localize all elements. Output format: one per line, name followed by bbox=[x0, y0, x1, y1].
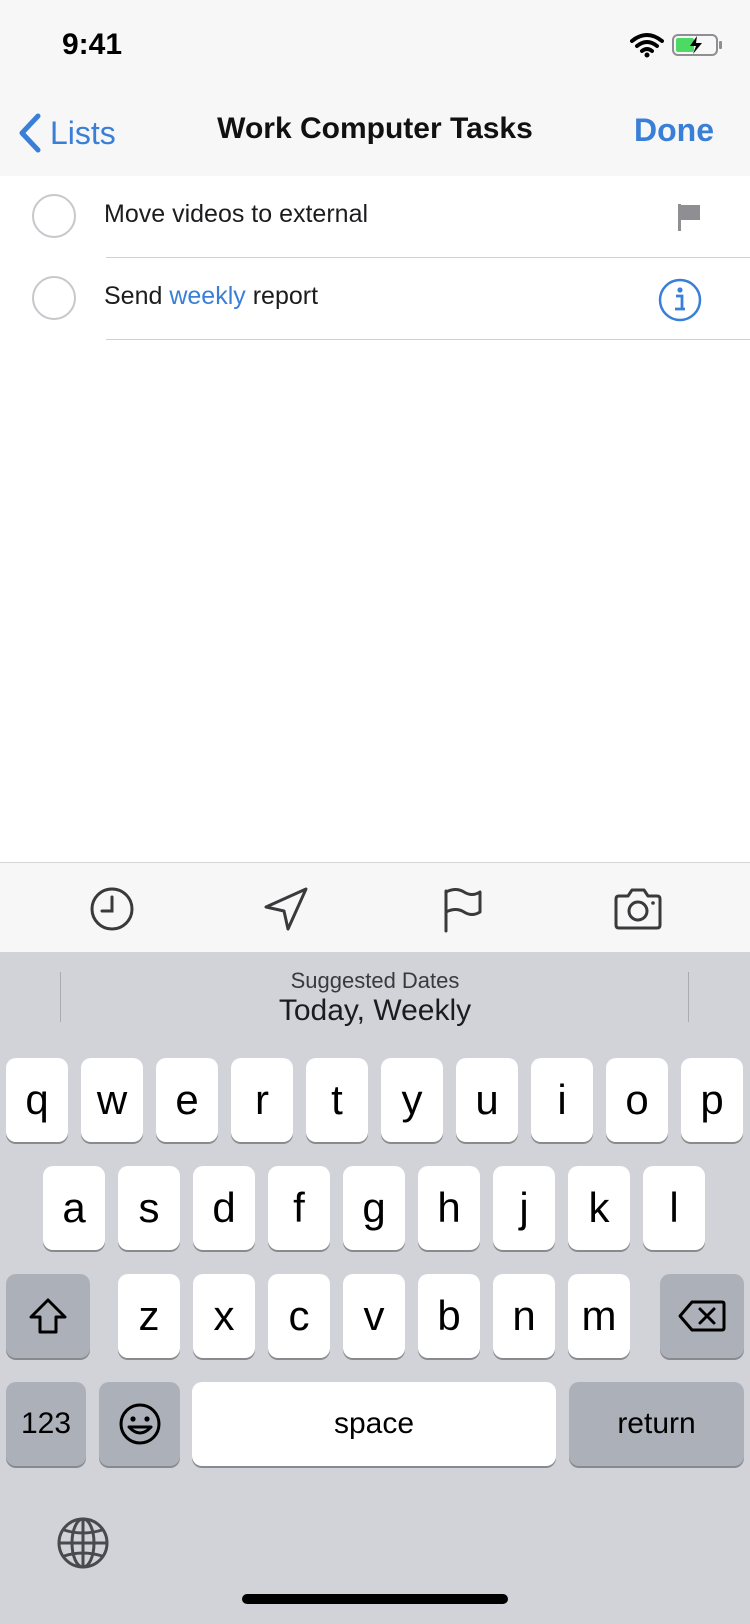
shift-key[interactable] bbox=[6, 1274, 90, 1358]
globe-icon[interactable] bbox=[56, 1516, 110, 1570]
suggestion-value[interactable]: Today, Weekly bbox=[0, 994, 750, 1028]
return-key[interactable]: return bbox=[569, 1382, 744, 1466]
camera-icon[interactable] bbox=[612, 885, 664, 933]
done-button[interactable]: Done bbox=[634, 112, 714, 149]
task-row[interactable]: Move videos to external bbox=[0, 176, 750, 258]
clock-icon[interactable] bbox=[88, 885, 136, 933]
key-n[interactable]: n bbox=[493, 1274, 555, 1358]
task-title[interactable]: Move videos to external bbox=[104, 200, 368, 229]
key-j[interactable]: j bbox=[493, 1166, 555, 1250]
row-separator bbox=[106, 339, 750, 340]
emoji-icon bbox=[119, 1403, 160, 1445]
key-i[interactable]: i bbox=[531, 1058, 593, 1142]
key-e[interactable]: e bbox=[156, 1058, 218, 1142]
key-z[interactable]: z bbox=[118, 1274, 180, 1358]
key-b[interactable]: b bbox=[418, 1274, 480, 1358]
backspace-icon bbox=[678, 1300, 726, 1332]
location-arrow-icon[interactable] bbox=[262, 885, 310, 933]
top-bar: 9:41 Lists Work Computer Tasks Done bbox=[0, 0, 750, 176]
key-y[interactable]: y bbox=[381, 1058, 443, 1142]
info-icon[interactable] bbox=[658, 278, 702, 322]
key-h[interactable]: h bbox=[418, 1166, 480, 1250]
numbers-key[interactable]: 123 bbox=[6, 1382, 86, 1466]
task-title-editing[interactable]: Send weekly report bbox=[104, 282, 318, 311]
space-key[interactable]: space bbox=[192, 1382, 556, 1466]
task-text-highlight: weekly bbox=[169, 282, 246, 310]
task-text-before: Send bbox=[104, 282, 170, 310]
key-c[interactable]: c bbox=[268, 1274, 330, 1358]
flag-icon[interactable] bbox=[438, 885, 486, 933]
keyboard: Suggested Dates Today, Weekly q w e r t … bbox=[0, 952, 750, 1624]
key-v[interactable]: v bbox=[343, 1274, 405, 1358]
battery-charging-icon bbox=[672, 34, 722, 56]
delete-key[interactable] bbox=[660, 1274, 744, 1358]
key-f[interactable]: f bbox=[268, 1166, 330, 1250]
key-m[interactable]: m bbox=[568, 1274, 630, 1358]
key-x[interactable]: x bbox=[193, 1274, 255, 1358]
task-complete-checkbox[interactable] bbox=[32, 276, 76, 320]
key-k[interactable]: k bbox=[568, 1166, 630, 1250]
reminder-toolbar bbox=[0, 862, 750, 953]
task-complete-checkbox[interactable] bbox=[32, 194, 76, 238]
key-q[interactable]: q bbox=[6, 1058, 68, 1142]
flag-icon bbox=[678, 204, 700, 231]
key-r[interactable]: r bbox=[231, 1058, 293, 1142]
key-l[interactable]: l bbox=[643, 1166, 705, 1250]
status-time: 9:41 bbox=[62, 28, 123, 61]
key-t[interactable]: t bbox=[306, 1058, 368, 1142]
shift-icon bbox=[29, 1298, 67, 1334]
suggestion-caption: Suggested Dates bbox=[290, 968, 460, 993]
home-indicator[interactable] bbox=[242, 1594, 508, 1604]
suggestion-bar[interactable]: Suggested Dates Today, Weekly bbox=[0, 952, 750, 1056]
key-o[interactable]: o bbox=[606, 1058, 668, 1142]
key-s[interactable]: s bbox=[118, 1166, 180, 1250]
key-a[interactable]: a bbox=[43, 1166, 105, 1250]
task-row[interactable]: Send weekly report bbox=[0, 258, 750, 340]
emoji-key[interactable] bbox=[99, 1382, 180, 1466]
back-button-label: Lists bbox=[50, 114, 116, 151]
key-p[interactable]: p bbox=[681, 1058, 743, 1142]
task-text-after: report bbox=[245, 282, 319, 310]
wifi-icon bbox=[630, 33, 664, 58]
chevron-left-icon bbox=[19, 113, 41, 153]
back-button[interactable]: Lists bbox=[16, 108, 116, 158]
key-d[interactable]: d bbox=[193, 1166, 255, 1250]
key-w[interactable]: w bbox=[81, 1058, 143, 1142]
key-u[interactable]: u bbox=[456, 1058, 518, 1142]
key-g[interactable]: g bbox=[343, 1166, 405, 1250]
